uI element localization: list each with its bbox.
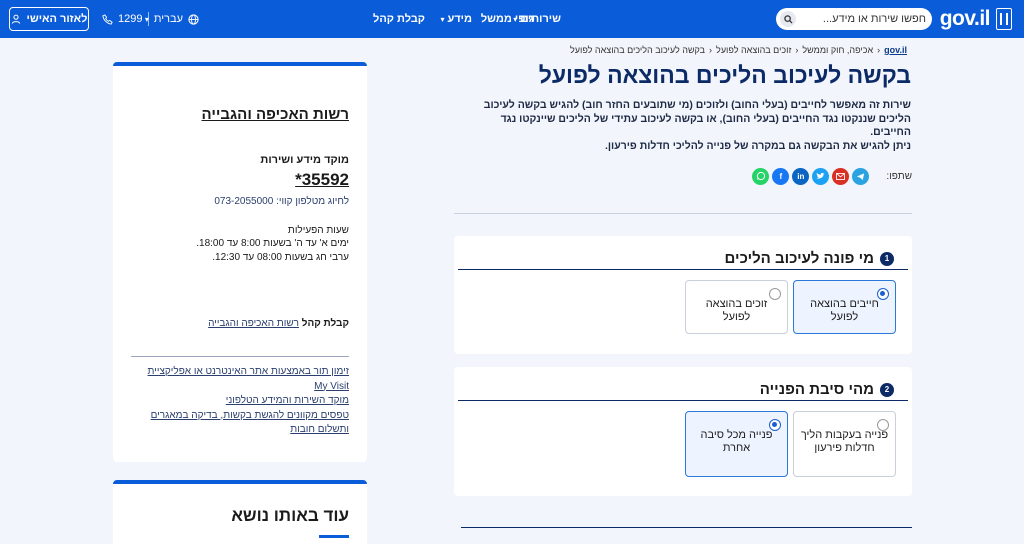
top-header: gov.il שירותים ▾ גופי ממשל מידע ▾ קבלת ק… [0,0,1024,38]
info-center-label: מוקד מידע ושירות [260,154,349,166]
gov-logo[interactable]: gov.il [940,7,1012,31]
whatsapp-icon[interactable] [752,167,770,185]
phone-number: 1299 [118,13,143,25]
option-other-reason[interactable]: פנייה מכל סיבה אחרת [685,411,788,477]
language-selector[interactable]: עברית ▾ [145,0,199,38]
breadcrumb-current: בקשה לעיכוב הליכים בהוצאה לפועל [570,45,706,55]
hours-holiday-eves: ערבי חג בשעות 08:00 עד 12:30. [212,252,349,263]
sidebar-link[interactable]: טפסים מקוונים להגשת בקשות, בדיקה במאגרים… [133,409,349,438]
option-label: פנייה מכל סיבה אחרת [700,429,773,454]
related-topics-card: עוד באותו נושא [113,480,367,544]
breadcrumb-home[interactable]: gov.il [884,45,907,55]
intro-text: שירות זה מאפשר לחייבים (בעלי החוב) ולזוכ… [461,99,911,153]
facebook-icon[interactable]: f [772,167,790,185]
language-label: עברית [153,13,183,25]
option-label: זוכים בהוצאה לפועל [705,298,768,323]
search-icon [783,14,793,24]
nav-gov-bodies[interactable]: גופי ממשל [477,0,534,38]
intro-paragraph: ניתן להגיש את הבקשה גם במקרה של פנייה לה… [604,139,911,152]
question-number: 1 [880,251,894,266]
breadcrumb-item[interactable]: אכיפה, חוק וממשל [802,45,873,55]
option-debtors[interactable]: חייבים בהוצאה לפועל [793,280,896,334]
hours-weekdays: ימים א' עד ה' בשעות 8:00 עד 18:00. [196,238,349,249]
nav-info[interactable]: מידע ▾ [440,0,472,38]
question-card-1: 1 מי פונה לעיכוב הליכים חייבים בהוצאה לפ… [454,236,912,354]
brand-name: gov.il [939,7,991,30]
breadcrumb-separator: ‹ [709,45,713,55]
section-divider [461,527,912,528]
chevron-down-icon: ▾ [440,14,445,24]
option-creditors[interactable]: זוכים בהוצאה לפועל [685,280,788,334]
twitter-icon[interactable] [812,167,830,185]
phone-hotline[interactable]: 1299 [102,0,142,38]
short-phone-number[interactable]: *35592 [295,170,349,190]
reception-line: קבלת קהל רשות האכיפה והגבייה [208,318,349,329]
header-divider [148,12,149,26]
option-label: פנייה בעקבות הליך חדלות פירעון [800,429,889,454]
breadcrumb: gov.il ‹ אכיפה, חוק וממשל ‹ זוכים בהוצאה… [570,45,907,55]
personal-area-button[interactable]: לאזור האישי [9,7,89,31]
question-title: מהי סיבת הפנייה [759,381,874,398]
sidebar-divider [131,356,349,357]
title-accent-bar [319,535,349,538]
breadcrumb-item[interactable]: זוכים בהוצאה לפועל [716,45,791,55]
question-title: מי פונה לעיכוב הליכים [724,250,874,267]
phone-icon [102,13,113,25]
authority-title[interactable]: רשות האכיפה והגבייה [202,106,350,123]
sidebar-link[interactable]: מוקד השירות והמידע הטלפוני [133,394,349,409]
login-label: לאזור האישי [26,13,88,25]
option-insolvency[interactable]: פנייה בעקבות הליך חדלות פירעון [793,411,896,477]
question-header: 2 מהי סיבת הפנייה [760,381,894,398]
question-header: 1 מי פונה לעיכוב הליכים [725,250,894,267]
page-title: בקשה לעיכוב הליכים בהוצאה לפועל [538,62,911,88]
intro-paragraph: שירות זה מאפשר לחייבים (בעלי החוב) ולזוכ… [483,99,911,138]
breadcrumb-separator: ‹ [795,45,799,55]
email-icon[interactable] [832,167,850,185]
nav-public-reception[interactable]: קבלת קהל [373,0,425,38]
question-underline [458,400,908,401]
search-input[interactable] [796,13,926,25]
contact-card: רשות האכיפה והגבייה מוקד מידע ושירות *35… [113,62,367,462]
option-label: חייבים בהוצאה לפועל [810,298,879,323]
reception-link[interactable]: רשות האכיפה והגבייה [208,318,299,329]
share-bar: שתפו: in f [752,165,912,187]
nav-gov-bodies-label: גופי ממשל [480,13,534,25]
telegram-icon[interactable] [852,167,870,185]
share-label: שתפו: [886,170,912,182]
search-box[interactable] [776,8,932,30]
question-card-2: 2 מהי סיבת הפנייה פנייה בעקבות הליך חדלו… [454,367,912,496]
user-icon [11,14,20,24]
reception-label: קבלת קהל [301,318,349,329]
question-underline [458,269,908,270]
breadcrumb-separator: ‹ [877,45,881,55]
section-divider [454,213,912,214]
sidebar-links: זימון תור באמצעות אתר האינטרנט או אפליקצ… [133,365,349,438]
menorah-emblem-icon [996,8,1012,30]
hours-title: שעות הפעילות [287,225,349,236]
globe-icon [188,13,199,25]
linkedin-icon[interactable]: in [792,167,810,185]
question-number: 2 [880,382,894,397]
nav-info-label: מידע [447,13,472,25]
sidebar-link[interactable]: זימון תור באמצעות אתר האינטרנט או אפליקצ… [133,365,349,394]
landline-number: לחיוג מטלפון קווי: 073-2055000 [214,196,349,207]
related-topics-title: עוד באותו נושא [231,506,349,525]
nav-public-reception-label: קבלת קהל [373,13,425,25]
search-button[interactable] [780,11,796,27]
